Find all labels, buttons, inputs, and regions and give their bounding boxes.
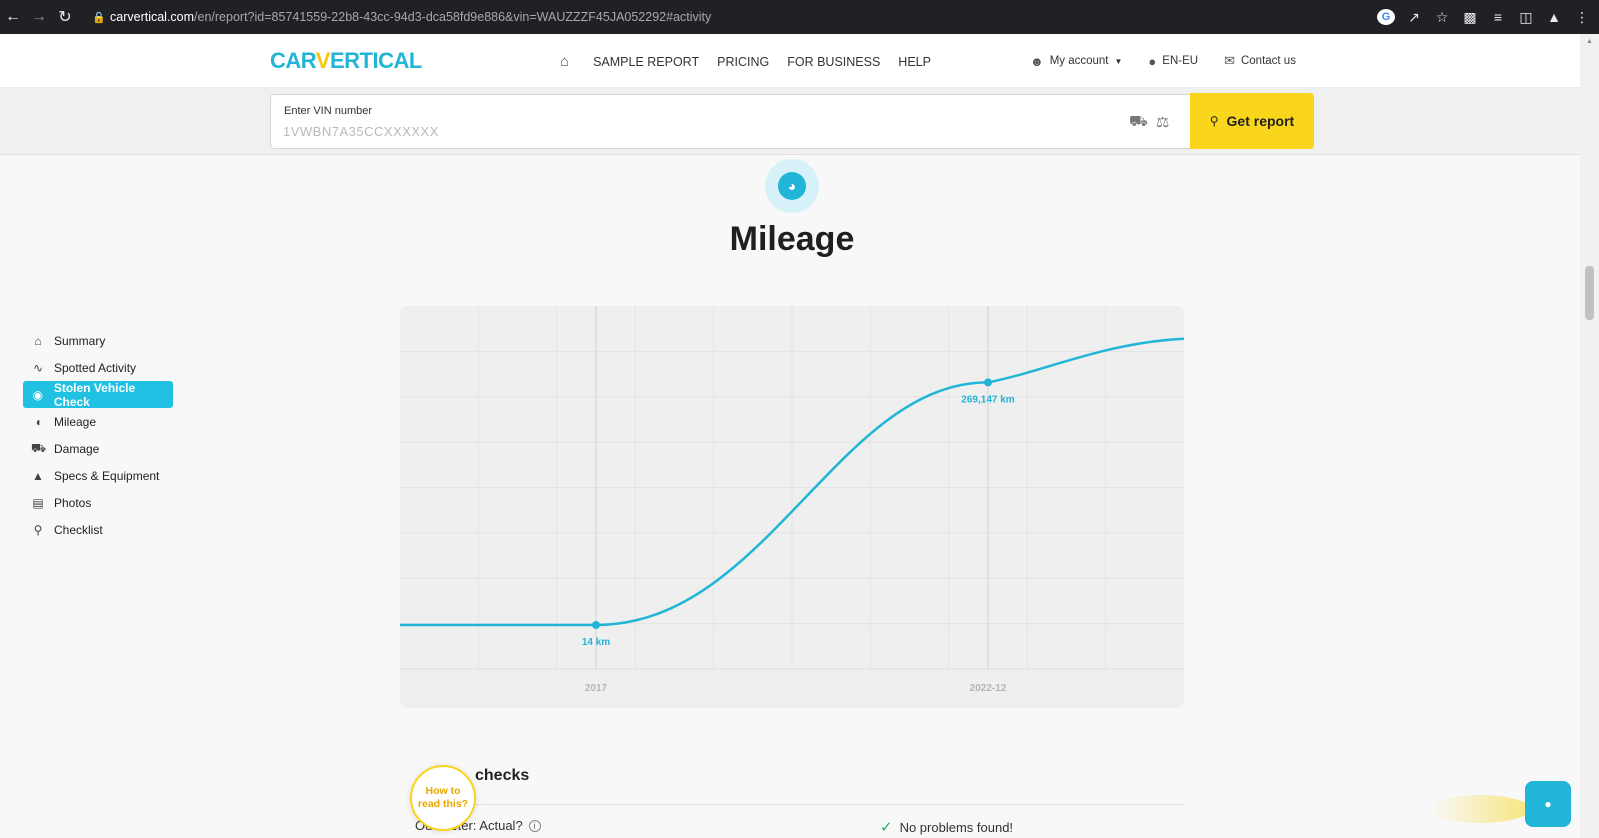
lock-icon: 🔒 (92, 11, 106, 24)
mileage-chart-svg: 14 km 2017 269,147 km 2022-12 (400, 306, 1184, 694)
sidebar-item-summary[interactable]: ⌂ Summary (23, 327, 183, 354)
mail-icon: ✉ (1224, 53, 1235, 68)
sidebar-item-mileage[interactable]: ◖ Mileage (23, 408, 183, 435)
nav-help[interactable]: HELP (898, 55, 931, 69)
odometer-check-status: ✓ No problems found! (880, 819, 1014, 836)
share-icon[interactable]: ↗ (1405, 9, 1423, 26)
carvertical-logo[interactable]: CARVERTICAL (270, 48, 422, 74)
location-pin-icon: ● (1148, 53, 1157, 69)
profile-icon[interactable]: ▲ (1545, 9, 1563, 25)
equipment-icon: ▲ (32, 468, 44, 483)
home-icon: ⌂ (34, 333, 42, 348)
home-icon[interactable]: ⌂ (560, 53, 569, 70)
page-scrollbar[interactable]: ▲ (1580, 34, 1599, 838)
motorcycle-icon[interactable]: ⚖ (1156, 113, 1169, 132)
address-bar[interactable]: 🔒 carvertical.com/en/report?id=85741559-… (88, 4, 1388, 30)
sidebar-item-damage[interactable]: ⛟ Damage (23, 435, 183, 462)
url-path: /en/report?id=85741559-22b8-43cc-94d3-dc… (194, 10, 712, 24)
gauge-icon: ◖ (34, 414, 42, 429)
chat-widget-icon[interactable]: ● (1525, 781, 1571, 827)
sidebar-item-stolen-vehicle-check[interactable]: ◉ Stolen Vehicle Check (23, 381, 173, 409)
star-icon[interactable]: ☆ (1433, 9, 1451, 26)
x-tick-label: 2022-12 (970, 683, 1007, 694)
chat-decoration (1430, 795, 1530, 823)
photo-icon: ▤ (32, 495, 44, 510)
url-host: carvertical.com (110, 10, 195, 24)
media-icon[interactable]: ≡ (1489, 9, 1507, 25)
data-label: 269,147 km (961, 394, 1014, 405)
checkmark-icon: ✓ (880, 819, 893, 836)
caret-down-icon: ▼ (1114, 56, 1123, 66)
scrollbar-thumb[interactable] (1585, 266, 1594, 320)
sidepanel-icon[interactable]: ◫ (1517, 9, 1535, 26)
sidebar-item-checklist[interactable]: ⚲ Checklist (23, 516, 183, 543)
sidebar-item-photos[interactable]: ▤ Photos (23, 489, 183, 516)
forward-icon[interactable]: → (26, 0, 52, 34)
shield-icon: ◉ (32, 387, 44, 402)
my-account-button[interactable]: ☻ My account ▼ (1030, 54, 1122, 69)
nav-for-business[interactable]: FOR BUSINESS (787, 55, 880, 69)
site-header: CARVERTICAL ⌂ SAMPLE REPORT PRICING FOR … (0, 34, 1580, 88)
how-to-read-button[interactable]: How to read this? (410, 765, 476, 831)
get-report-button[interactable]: ⚲ Get report (1190, 93, 1314, 149)
info-icon[interactable]: i (528, 819, 541, 832)
car-damage-icon: ⛟ (31, 440, 47, 455)
checks-title: checks (475, 767, 530, 784)
checks-divider (415, 804, 1184, 805)
data-point (984, 378, 992, 387)
extensions-icon[interactable]: ▩ (1461, 9, 1479, 26)
vin-search-box: Enter VIN number ⛟ ⚖ (270, 94, 1314, 149)
x-tick-label: 2017 (585, 683, 608, 694)
sidebar-item-specs-equipment[interactable]: ▲ Specs & Equipment (23, 462, 183, 489)
locale-button[interactable]: ● EN-EU (1148, 54, 1198, 69)
main-nav: ⌂ SAMPLE REPORT PRICING FOR BUSINESS HEL… (560, 53, 931, 70)
mileage-section-icon: ◕ (765, 159, 819, 213)
scroll-up-icon[interactable]: ▲ (1586, 38, 1593, 45)
browser-toolbar: ← → ↻ 🔒 carvertical.com/en/report?id=857… (0, 0, 1599, 34)
section-title: Mileage (729, 220, 855, 258)
activity-icon: ∿ (32, 360, 44, 375)
contact-link[interactable]: ✉ Contact us (1224, 53, 1296, 69)
data-point (592, 620, 600, 629)
vin-search-band: Enter VIN number ⛟ ⚖ (0, 88, 1580, 155)
user-icon: ☻ (1030, 53, 1044, 69)
report-sidebar: ⌂ Summary ∿ Spotted Activity ◉ Stolen Ve… (23, 327, 183, 543)
nav-pricing[interactable]: PRICING (717, 55, 769, 69)
speedometer-icon: ◕ (778, 172, 806, 200)
vin-label: Enter VIN number (284, 105, 373, 117)
search-icon: ⚲ (1209, 114, 1219, 128)
nav-sample-report[interactable]: SAMPLE REPORT (593, 55, 699, 69)
vin-input[interactable] (283, 121, 1083, 141)
google-icon[interactable]: G (1377, 9, 1395, 25)
reload-icon[interactable]: ↻ (52, 0, 78, 34)
mileage-chart: 14 km 2017 269,147 km 2022-12 (400, 306, 1184, 708)
sidebar-item-spotted-activity[interactable]: ∿ Spotted Activity (23, 354, 183, 381)
car-icon[interactable]: ⛟ (1129, 113, 1148, 132)
back-icon[interactable]: ← (0, 0, 26, 34)
data-label: 14 km (582, 637, 610, 648)
menu-icon[interactable]: ⋮ (1573, 9, 1591, 26)
magnifier-icon: ⚲ (33, 522, 43, 537)
